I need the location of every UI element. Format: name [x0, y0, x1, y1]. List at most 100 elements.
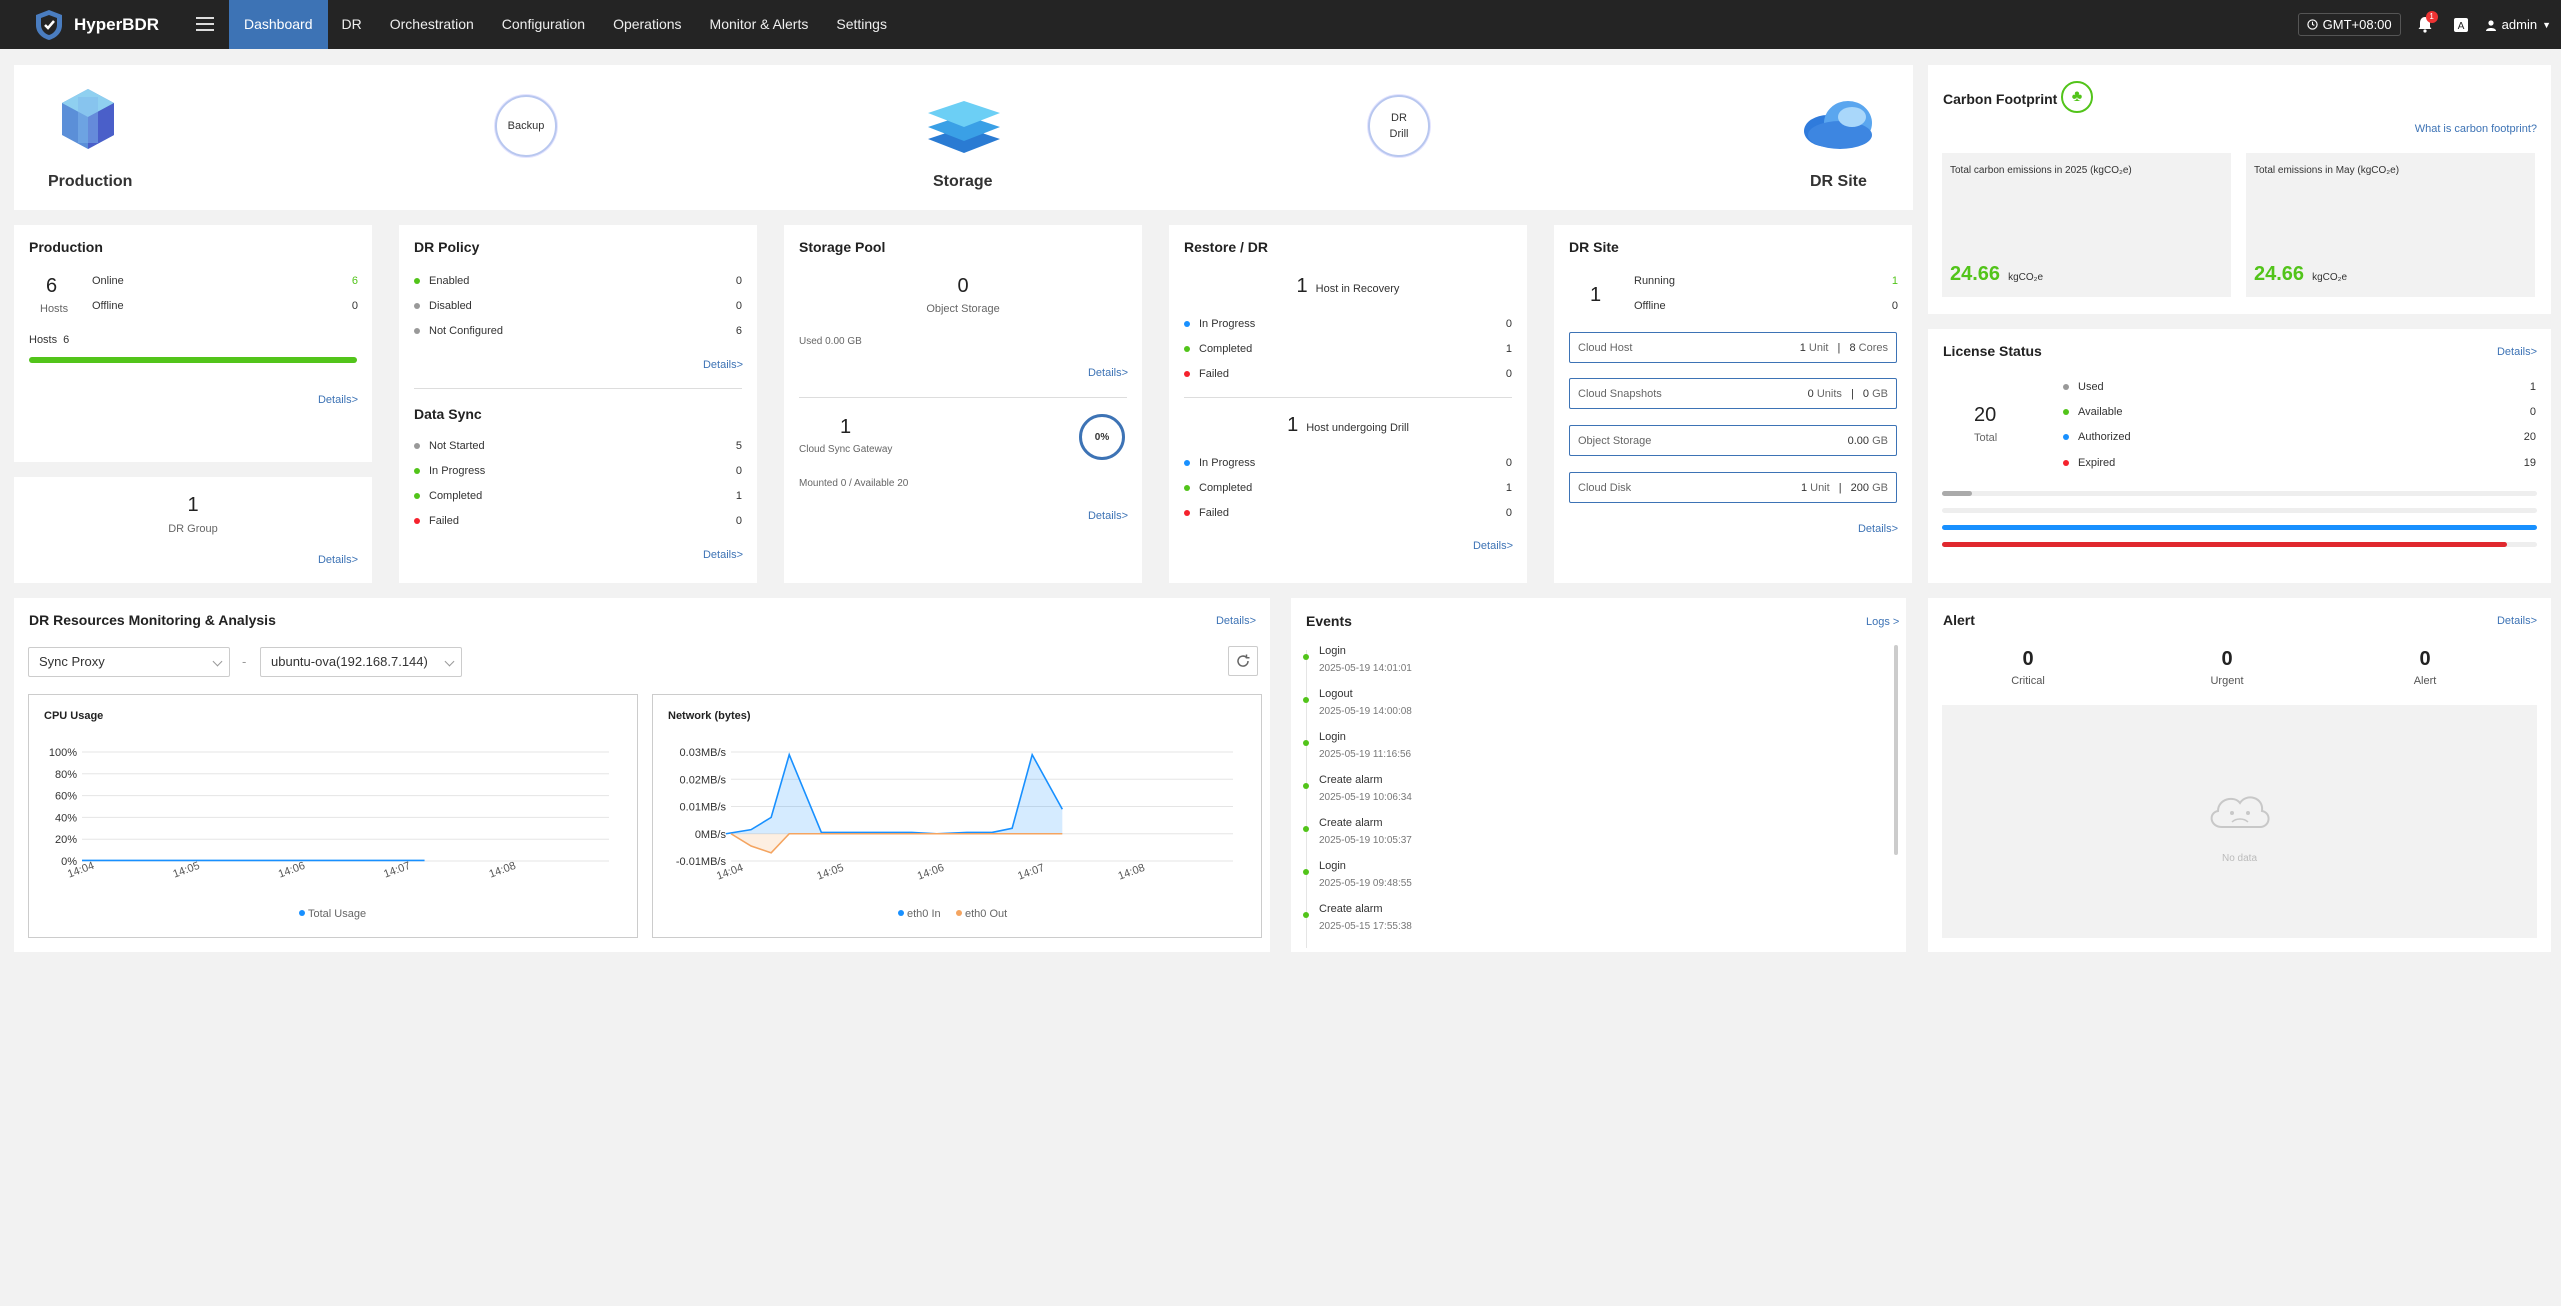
event-time: 2025-05-19 11:16:56 [1319, 749, 1412, 760]
cloud-disk-box[interactable]: Cloud Disk 1 Unit | 200 GB [1569, 472, 1897, 503]
refresh-button[interactable] [1228, 646, 1258, 676]
object-storage-box[interactable]: Object Storage 0.00 GB [1569, 425, 1897, 456]
alert-details-link[interactable]: Details> [2497, 615, 2537, 627]
gateway-details-link[interactable]: Details> [1088, 510, 1128, 522]
drill-row: Failed 0 [1184, 507, 1512, 519]
restore-dr-details-link[interactable]: Details> [1473, 540, 1513, 552]
event-name: Create alarm [1319, 774, 1383, 786]
box-value-2: 0 [1862, 387, 1870, 400]
license-details-link[interactable]: Details> [2497, 346, 2537, 358]
recovery-row: Failed 0 [1184, 368, 1512, 380]
box-value-2: 0.00 [1847, 434, 1870, 447]
license-total-label: Total [1974, 432, 1998, 444]
cloud-snapshots-value: 0 Units | 0 GB [1807, 387, 1888, 400]
storage-pool-details-link[interactable]: Details> [1088, 367, 1128, 379]
gateway-count: 1 [840, 416, 852, 438]
recovery-row: In Progress 0 [1184, 318, 1512, 330]
drill-row-label: In Progress [1199, 457, 1256, 469]
nav-monitor-alerts[interactable]: Monitor & Alerts [696, 0, 823, 49]
timezone-label: GMT+08:00 [2322, 17, 2392, 32]
event-item[interactable]: Login 2025-05-19 14:01:01 [1319, 645, 1412, 674]
cloud-host-box[interactable]: Cloud Host 1 Unit | 8 Cores [1569, 332, 1897, 363]
online-value: 6 [351, 275, 358, 287]
dr-group-details-link[interactable]: Details> [318, 554, 358, 566]
dr-site-details-link[interactable]: Details> [1858, 523, 1898, 535]
data-sync-row-value: 1 [735, 490, 742, 502]
offline-label: Offline [92, 300, 124, 312]
nav-orchestration[interactable]: Orchestration [376, 0, 488, 49]
box-unit-1: Units [1816, 387, 1842, 400]
event-item[interactable]: Logout 2025-05-19 14:00:08 [1319, 688, 1412, 717]
cpu-chart-panel: CPU Usage 100% 80% 60% 40% 20% 0% 14:04 14:05 14… [28, 694, 638, 938]
recovery-label: Host in Recovery [1315, 283, 1400, 295]
cloud-snapshots-box[interactable]: Cloud Snapshots 0 Units | 0 GB [1569, 378, 1897, 409]
event-dot [1303, 912, 1309, 918]
y-tick-label: 0MB/s [695, 829, 727, 841]
dr-policy-details-link[interactable]: Details> [703, 359, 743, 371]
nav-dashboard[interactable]: Dashboard [229, 0, 328, 49]
timezone-selector[interactable]: GMT+08:00 [2297, 13, 2401, 36]
event-item[interactable]: Create alarm 2025-05-15 17:55:38 [1319, 903, 1412, 932]
language-icon[interactable]: A [2453, 17, 2469, 33]
license-bar-track [1942, 491, 2537, 496]
dr-policy-row-label: Disabled [429, 300, 472, 312]
event-item[interactable]: Create alarm 2025-05-19 10:06:34 [1319, 774, 1412, 803]
host-select[interactable]: ubuntu-ova(192.168.7.144) [260, 647, 462, 677]
gateway-mounted: Mounted 0 / Available 20 [799, 478, 909, 489]
event-dot [1303, 697, 1309, 703]
x-tick-label: 14:05 [815, 862, 845, 883]
backup-node[interactable]: Backup [495, 95, 557, 157]
resource-type-select[interactable]: Sync Proxy [28, 647, 230, 677]
object-storage-count: 0 [957, 275, 969, 297]
data-sync-row: Not Started 5 [414, 440, 742, 452]
y-tick-label: 20% [55, 834, 77, 846]
data-sync-row: Failed 0 [414, 515, 742, 527]
nav-operations[interactable]: Operations [599, 0, 695, 49]
license-bar-track [1942, 508, 2537, 513]
what-is-carbon-link[interactable]: What is carbon footprint? [2415, 123, 2537, 135]
status-dot [1184, 510, 1190, 516]
nav-configuration[interactable]: Configuration [488, 0, 599, 49]
license-bar-track [1942, 542, 2537, 547]
user-menu[interactable]: admin ▼ [2485, 17, 2551, 32]
events-logs-link[interactable]: Logs > [1866, 616, 1899, 628]
status-dot [414, 443, 420, 449]
production-flow-label: Production [48, 173, 133, 190]
no-data-text: No data [2221, 853, 2258, 864]
dr-policy-row-value: 6 [735, 325, 742, 337]
critical-value: 0 [2022, 648, 2034, 670]
status-dot [1184, 321, 1190, 327]
y-tick-label: 40% [55, 812, 77, 824]
drill-label: Host undergoing Drill [1306, 422, 1409, 434]
clock-icon [2306, 19, 2318, 30]
license-row-label: Authorized [2078, 431, 2131, 443]
app-logo[interactable]: HyperBDR [34, 9, 159, 41]
nav-dr[interactable]: DR [328, 0, 376, 49]
divider [799, 397, 1127, 398]
alert-empty-area: No data [1942, 705, 2537, 938]
production-hosts-label: Hosts [40, 303, 69, 315]
y-tick-label: 0.02MB/s [680, 774, 727, 786]
monitoring-details-link[interactable]: Details> [1216, 615, 1256, 627]
object-storage-box-value: 0.00 GB [1848, 435, 1888, 447]
data-sync-details-link[interactable]: Details> [703, 549, 743, 561]
menu-toggle-icon[interactable] [196, 12, 214, 36]
production-details-link[interactable]: Details> [318, 394, 358, 406]
running-value: 1 [1891, 275, 1898, 287]
event-item[interactable]: Login 2025-05-19 09:48:55 [1319, 860, 1412, 889]
x-tick-label: 14:08 [1117, 862, 1147, 883]
drill-count: 1 [1287, 414, 1299, 436]
status-dot [414, 518, 420, 524]
cloud-disk-value: 1 Unit | 200 GB [1800, 481, 1888, 494]
box-unit-2: GB [1872, 434, 1888, 447]
nav-settings[interactable]: Settings [822, 0, 901, 49]
dr-site-title: DR Site [1569, 239, 1619, 255]
event-item[interactable]: Login 2025-05-19 11:16:56 [1319, 731, 1411, 760]
event-dot [1303, 869, 1309, 875]
dr-drill-node[interactable]: DR Drill [1368, 95, 1430, 157]
event-item[interactable]: Create alarm 2025-05-19 10:05:37 [1319, 817, 1412, 846]
user-icon [2485, 19, 2496, 31]
notification-bell[interactable]: 1 [2417, 10, 2438, 35]
events-scrollbar[interactable] [1894, 645, 1898, 855]
restore-dr-card: Restore / DR 1 Host in Recovery In Progr… [1169, 225, 1527, 583]
